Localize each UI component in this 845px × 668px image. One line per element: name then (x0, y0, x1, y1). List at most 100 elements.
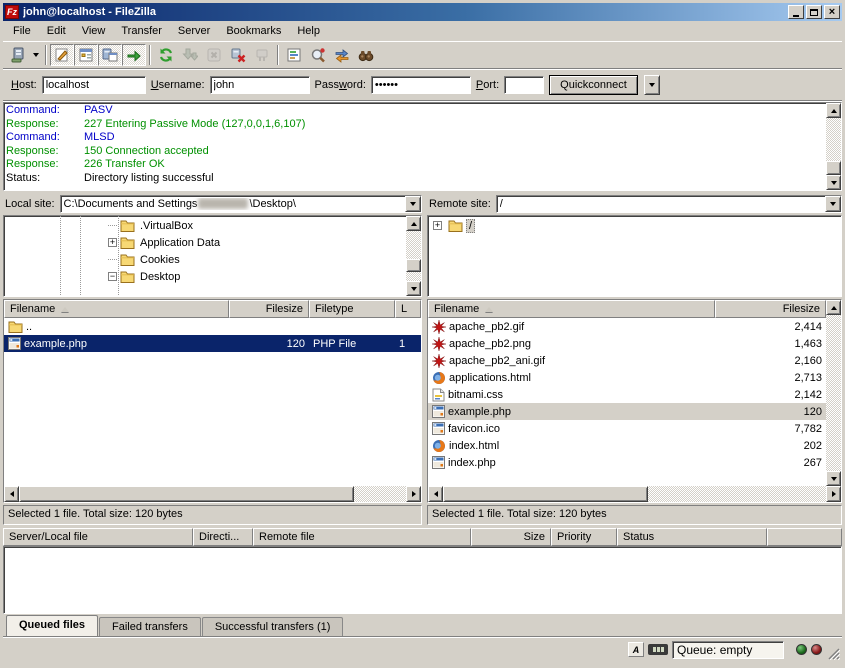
file-row[interactable]: favicon.ico7,782 (428, 420, 826, 437)
directory-filters-button[interactable] (282, 44, 306, 66)
local-column-l[interactable]: L (395, 300, 421, 318)
remote-site-dropdown-button[interactable] (825, 196, 841, 212)
menu-item-edit[interactable]: Edit (39, 23, 74, 39)
menu-item-file[interactable]: File (5, 23, 39, 39)
tab-successful-transfers-1-[interactable]: Successful transfers (1) (202, 617, 344, 636)
menu-item-bookmarks[interactable]: Bookmarks (218, 23, 289, 39)
scroll-track[interactable] (406, 231, 421, 281)
tab-failed-transfers[interactable]: Failed transfers (99, 617, 201, 636)
scroll-right-button[interactable] (826, 486, 841, 502)
tab-queued-files[interactable]: Queued files (6, 615, 98, 636)
file-row[interactable]: example.php120PHP File1 (4, 335, 421, 352)
file-row[interactable]: example.php120 (428, 403, 826, 420)
scroll-thumb[interactable] (406, 259, 421, 272)
local-tree-scrollbar[interactable] (406, 216, 421, 296)
queue-column-size[interactable]: Size (471, 528, 551, 546)
scroll-track[interactable] (443, 486, 826, 502)
speed-limit-icon[interactable] (648, 644, 668, 655)
cancel-icon (206, 47, 222, 63)
remote-hscrollbar[interactable] (428, 486, 841, 502)
resize-grip[interactable] (826, 646, 840, 660)
local-file-list: FilenameFilesizeFiletypeL ..example.php1… (3, 299, 422, 503)
queue-column-priority[interactable]: Priority (551, 528, 617, 546)
expand-toggle[interactable]: + (433, 221, 442, 230)
scroll-thumb[interactable] (19, 486, 354, 502)
queue-column-blank[interactable] (767, 528, 842, 546)
queue-column-directi[interactable]: Directi... (193, 528, 253, 546)
scroll-left-button[interactable] (4, 486, 19, 502)
quickconnect-button[interactable]: Quickconnect (549, 75, 638, 95)
file-row[interactable]: bitnami.css2,142 (428, 386, 826, 403)
toggle-local-tree-button[interactable] (74, 44, 98, 66)
ascii-transfer-type-icon[interactable]: A (628, 642, 644, 657)
remote-site-combobox[interactable]: / (496, 195, 842, 213)
tree-item[interactable]: −Desktop (4, 268, 406, 285)
file-row[interactable]: apache_pb2.png1,463 (428, 335, 826, 352)
queue-body[interactable] (3, 546, 842, 614)
file-row[interactable]: apache_pb2_ani.gif2,160 (428, 352, 826, 369)
local-column-filetype[interactable]: Filetype (309, 300, 395, 318)
expand-toggle[interactable]: + (108, 238, 117, 247)
scroll-down-button[interactable] (826, 175, 841, 190)
find-files-button[interactable] (354, 44, 378, 66)
queue-column-remotefile[interactable]: Remote file (253, 528, 471, 546)
scroll-track[interactable] (19, 486, 406, 502)
scroll-down-button[interactable] (406, 281, 421, 296)
minimize-button[interactable] (788, 5, 804, 19)
scroll-right-button[interactable] (406, 486, 421, 502)
menu-item-view[interactable]: View (74, 23, 114, 39)
port-field[interactable] (504, 76, 544, 94)
remote-column-filesize[interactable]: Filesize (715, 300, 826, 318)
refresh-button[interactable] (154, 44, 178, 66)
queue-column-serverlocalfile[interactable]: Server/Local file (3, 528, 193, 546)
scroll-track[interactable] (826, 315, 841, 471)
scroll-track[interactable] (826, 118, 841, 175)
local-column-filename[interactable]: Filename (4, 300, 229, 318)
tree-item[interactable]: Cookies (4, 251, 406, 268)
scroll-left-button[interactable] (428, 486, 443, 502)
disconnect-button[interactable] (226, 44, 250, 66)
username-field[interactable] (210, 76, 310, 94)
file-row[interactable]: .. (4, 318, 421, 335)
log-text: Directory listing successful (84, 172, 214, 186)
tree-item[interactable]: +/ (428, 217, 841, 234)
queue-column-status[interactable]: Status (617, 528, 767, 546)
directory-comparison-button[interactable] (306, 44, 330, 66)
scroll-up-button[interactable] (826, 103, 841, 118)
file-row[interactable]: index.php267 (428, 454, 826, 471)
tree-item[interactable]: +Application Data (4, 234, 406, 251)
quickconnect-dropdown-button[interactable] (644, 75, 660, 95)
local-status-text: Selected 1 file. Total size: 120 bytes (3, 505, 422, 525)
menu-item-server[interactable]: Server (170, 23, 218, 39)
scroll-up-button[interactable] (406, 216, 421, 231)
message-log-scrollbar[interactable] (826, 103, 841, 190)
local-site-dropdown-button[interactable] (405, 196, 421, 212)
site-manager-button[interactable] (6, 44, 30, 66)
synchronized-browsing-button[interactable] (330, 44, 354, 66)
menu-item-help[interactable]: Help (289, 23, 328, 39)
scroll-up-button[interactable] (826, 300, 841, 315)
file-row[interactable]: apache_pb2.gif2,414 (428, 318, 826, 335)
remote-column-filename[interactable]: Filename (428, 300, 715, 318)
toggle-remote-tree-button[interactable] (98, 44, 122, 66)
password-field[interactable] (371, 76, 471, 94)
file-row[interactable]: index.html202 (428, 437, 826, 454)
remote-list-scrollbar[interactable] (826, 300, 841, 486)
scroll-thumb[interactable] (443, 486, 648, 502)
host-field[interactable] (42, 76, 146, 94)
toggle-message-log-button[interactable] (50, 44, 74, 66)
local-hscrollbar[interactable] (4, 486, 421, 502)
scroll-thumb[interactable] (826, 161, 841, 175)
tree-item[interactable]: .VirtualBox (4, 217, 406, 234)
toggle-transfer-queue-button[interactable] (122, 44, 146, 66)
file-row[interactable]: applications.html2,713 (428, 369, 826, 386)
local-column-filesize[interactable]: Filesize (229, 300, 309, 318)
title-bar[interactable]: Fz john@localhost - FileZilla × (3, 3, 842, 21)
maximize-button[interactable] (806, 5, 822, 19)
local-site-combobox[interactable]: C:\Documents and Settings\Desktop\ (60, 195, 422, 213)
scroll-down-button[interactable] (826, 471, 841, 486)
collapse-toggle[interactable]: − (108, 272, 117, 281)
site-manager-dropdown-button[interactable] (30, 44, 42, 66)
close-button[interactable]: × (824, 5, 840, 19)
menu-item-transfer[interactable]: Transfer (113, 23, 170, 39)
